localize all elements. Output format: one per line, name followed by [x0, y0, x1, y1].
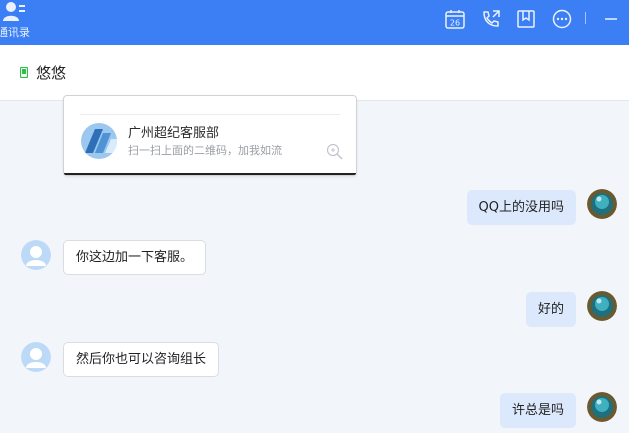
avatar-image — [587, 291, 617, 321]
avatar-image — [587, 189, 617, 219]
more-icon — [552, 9, 572, 29]
calendar-icon: 26 — [445, 10, 465, 29]
message-list[interactable]: 广州超纪客服部 扫一扫上面的二维码，加我如流 QQ上的没用吗 你这边加一下客服。… — [0, 95, 629, 433]
calendar-day: 26 — [450, 19, 460, 28]
contact-card[interactable]: 广州超纪客服部 扫一扫上面的二维码，加我如流 — [63, 95, 357, 176]
contact-avatar[interactable] — [21, 240, 51, 270]
card-divider — [80, 114, 340, 115]
contacts-label: 通讯录 — [0, 26, 30, 39]
call-button[interactable] — [480, 8, 502, 30]
default-user-icon — [21, 240, 51, 270]
card-description: 扫一扫上面的二维码，加我如流 — [128, 144, 282, 157]
contacts-icon — [3, 2, 25, 21]
calendar-button[interactable]: 26 — [444, 8, 466, 30]
message-row: 你这边加一下客服。 — [0, 239, 629, 279]
self-avatar[interactable] — [587, 392, 617, 422]
default-user-icon — [21, 342, 51, 372]
message-bubble[interactable]: 然后你也可以咨询组长 — [63, 342, 220, 377]
message-row: 然后你也可以咨询组长 — [0, 341, 629, 381]
self-avatar[interactable] — [587, 189, 617, 219]
minimize-icon — [605, 18, 617, 20]
top-bar: 通讯录 26 — [0, 0, 629, 45]
message-row: 好的 — [0, 290, 629, 330]
toolbar-divider — [585, 12, 586, 24]
message-row: 许总是吗 — [0, 391, 629, 431]
message-bubble[interactable]: QQ上的没用吗 — [466, 190, 576, 225]
mobile-phone-icon — [20, 67, 28, 78]
chat-title: 悠悠 — [36, 64, 67, 82]
avatar-image — [587, 392, 617, 422]
card-name: 广州超纪客服部 — [128, 126, 220, 141]
bookmark-button[interactable] — [515, 8, 537, 30]
minimize-button[interactable] — [601, 8, 623, 30]
message-row: QQ上的没用吗 — [0, 188, 629, 228]
zoom-icon — [326, 143, 343, 160]
message-bubble[interactable]: 许总是吗 — [499, 393, 576, 428]
chat-header: 悠悠 — [0, 45, 629, 101]
contacts-tab[interactable]: 通讯录 — [0, 0, 34, 45]
card-bottom-border — [64, 173, 356, 175]
self-avatar[interactable] — [587, 291, 617, 321]
message-bubble[interactable]: 你这边加一下客服。 — [63, 240, 207, 275]
card-logo — [81, 123, 117, 159]
contact-avatar[interactable] — [21, 342, 51, 372]
more-button[interactable] — [551, 8, 573, 30]
phone-call-icon — [483, 10, 500, 27]
message-bubble[interactable]: 好的 — [525, 292, 576, 327]
bookmark-icon — [517, 10, 535, 28]
